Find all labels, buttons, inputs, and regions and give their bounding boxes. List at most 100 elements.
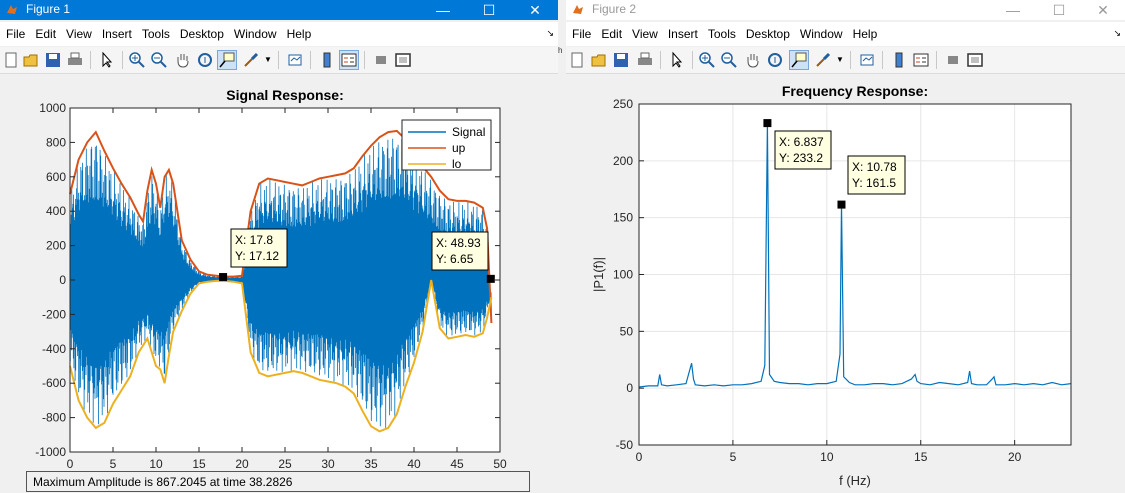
rotate-3d-icon[interactable] — [196, 51, 214, 69]
y-tick-label: 0 — [626, 381, 633, 395]
save-icon[interactable] — [612, 51, 630, 69]
datatip-y-label: Y: 161.5 — [852, 176, 896, 190]
menu-window[interactable]: Window — [232, 22, 285, 46]
data-cursor-icon[interactable] — [217, 50, 237, 70]
save-icon[interactable] — [44, 51, 62, 69]
figure2-titlebar[interactable]: Figure 2 — ☐ ✕ — [566, 0, 1125, 20]
matlab-logo-icon — [7, 5, 17, 14]
y-tick-label: 1000 — [39, 101, 66, 115]
hide-plot-tools-icon[interactable] — [372, 51, 390, 69]
minimize-button[interactable]: — — [990, 0, 1036, 20]
x-tick-label: 15 — [914, 450, 928, 464]
menu-tools[interactable]: Tools — [140, 22, 178, 46]
status-text-box: Maximum Amplitude is 867.2045 at time 38… — [26, 471, 530, 492]
pan-hand-icon[interactable] — [744, 51, 762, 69]
datatip-marker — [763, 119, 772, 128]
x-axis-label: f (Hz) — [839, 473, 871, 488]
y-tick-label: 100 — [613, 268, 633, 282]
figure1-titlebar[interactable]: Figure 1 — ☐ ✕ — [0, 0, 558, 20]
x-tick-label: 10 — [820, 450, 834, 464]
datatip-x-label: X: 17.8 — [235, 233, 273, 247]
figure2-toolbar: ▼ — [566, 47, 1125, 74]
menu-edit[interactable]: Edit — [599, 22, 630, 46]
zoom-in-icon[interactable] — [698, 51, 716, 69]
print-icon[interactable] — [66, 51, 84, 69]
x-tick-label: 10 — [149, 457, 163, 470]
link-plot-icon[interactable] — [286, 51, 304, 69]
link-plot-icon[interactable] — [858, 51, 876, 69]
menu-view[interactable]: View — [64, 22, 100, 46]
signal-response-axes[interactable]: 0 5 10 15 20 25 30 35 40 45 50 -1000 -800 -600 -400 -20… — [0, 74, 558, 470]
x-tick-label: 0 — [67, 457, 74, 470]
maximize-button[interactable]: ☐ — [1036, 0, 1082, 20]
zoom-in-icon[interactable] — [128, 51, 146, 69]
print-icon[interactable] — [636, 51, 654, 69]
open-folder-icon[interactable] — [590, 51, 608, 69]
y-tick-label: -50 — [616, 438, 634, 452]
y-tick-label: -600 — [42, 376, 66, 390]
figure1-window: Figure 1 — ☐ ✕ File Edit View Insert Too… — [0, 0, 558, 493]
colorbar-icon[interactable] — [318, 51, 336, 69]
pointer-arrow-icon[interactable] — [98, 51, 116, 69]
close-button[interactable]: ✕ — [1080, 0, 1125, 20]
menu-edit[interactable]: Edit — [33, 22, 64, 46]
colorbar-icon[interactable] — [890, 51, 908, 69]
menu-file[interactable]: File — [4, 22, 33, 46]
pointer-arrow-icon[interactable] — [668, 51, 686, 69]
datatip-marker — [219, 273, 228, 282]
new-figure-icon[interactable] — [568, 51, 586, 69]
frequency-response-axes[interactable]: 0 5 10 15 20-50050100150200250Frequency Resp… — [566, 74, 1125, 493]
zoom-out-icon[interactable] — [150, 51, 168, 69]
legend-icon[interactable] — [912, 51, 930, 69]
x-tick-label: 20 — [235, 457, 249, 470]
new-figure-icon[interactable] — [2, 51, 20, 69]
x-tick-label: 15 — [192, 457, 206, 470]
menu-file[interactable]: File — [570, 22, 599, 46]
brush-icon[interactable] — [814, 51, 832, 69]
y-tick-label: 50 — [620, 324, 634, 338]
menu-window[interactable]: Window — [798, 22, 851, 46]
datatip-y-label: Y: 17.12 — [235, 249, 279, 263]
maximize-button[interactable]: ☐ — [466, 0, 512, 20]
zoom-out-icon[interactable] — [720, 51, 738, 69]
dock-arrow-icon[interactable]: ↘ — [546, 28, 554, 39]
menu-help[interactable]: Help — [285, 22, 320, 46]
menu-insert[interactable]: Insert — [100, 22, 140, 46]
menu-view[interactable]: View — [630, 22, 666, 46]
x-tick-label: 50 — [493, 457, 507, 470]
legend-icon[interactable] — [339, 50, 359, 70]
minimize-button[interactable]: — — [420, 0, 466, 20]
menu-desktop[interactable]: Desktop — [744, 22, 798, 46]
brush-dropdown-icon[interactable]: ▼ — [264, 55, 272, 64]
data-cursor-icon[interactable] — [789, 50, 809, 70]
dock-arrow-icon[interactable]: ↘ — [1113, 28, 1121, 39]
brush-dropdown-icon[interactable]: ▼ — [836, 55, 844, 64]
menu-desktop[interactable]: Desktop — [178, 22, 232, 46]
y-tick-label: 800 — [46, 135, 66, 149]
x-tick-label: 5 — [110, 457, 117, 470]
figure2-window: Figure 2 — ☐ ✕ File Edit View Insert Too… — [566, 0, 1125, 493]
x-tick-label: 30 — [321, 457, 335, 470]
show-plot-tools-icon[interactable] — [966, 51, 984, 69]
datatip-marker — [486, 274, 495, 283]
menu-tools[interactable]: Tools — [706, 22, 744, 46]
show-plot-tools-icon[interactable] — [394, 51, 412, 69]
pan-hand-icon[interactable] — [174, 51, 192, 69]
brush-icon[interactable] — [242, 51, 260, 69]
figure1-menubar: File Edit View Insert Tools Desktop Wind… — [0, 22, 558, 46]
x-tick-label: 45 — [450, 457, 464, 470]
x-tick-label: 5 — [730, 450, 737, 464]
close-button[interactable]: ✕ — [512, 0, 558, 20]
menu-insert[interactable]: Insert — [666, 22, 706, 46]
window-gap: h — [558, 0, 566, 493]
figure1-toolbar: ▼ — [0, 47, 558, 74]
datatip-x-label: X: 48.93 — [436, 236, 481, 250]
legend-label-lo: lo — [452, 157, 462, 171]
datatip-y-label: Y: 233.2 — [779, 151, 823, 165]
y-tick-label: -400 — [42, 342, 66, 356]
open-folder-icon[interactable] — [22, 51, 40, 69]
hide-plot-tools-icon[interactable] — [944, 51, 962, 69]
menu-help[interactable]: Help — [851, 22, 886, 46]
datatip-x-label: X: 10.78 — [852, 160, 897, 174]
rotate-3d-icon[interactable] — [766, 51, 784, 69]
